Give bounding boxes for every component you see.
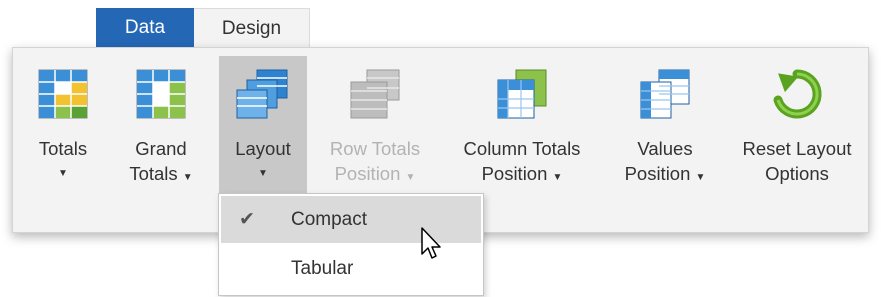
reset-layout-options-button[interactable]: Reset Layout Options bbox=[727, 56, 867, 198]
checkmark-icon: ✔ bbox=[239, 209, 255, 230]
tab-data[interactable]: Data bbox=[96, 8, 194, 48]
column-totals-position-icon bbox=[497, 69, 547, 119]
column-totals-position-button[interactable]: Column Totals Position ▼ bbox=[449, 56, 595, 198]
layout-dropdown-menu: ✔ Compact Tabular bbox=[218, 193, 484, 296]
layout-label: Layout bbox=[235, 138, 291, 159]
chevron-down-icon: ▼ bbox=[258, 168, 268, 179]
values-position-button[interactable]: Values Position ▼ bbox=[613, 56, 717, 198]
chevron-down-icon: ▼ bbox=[695, 172, 706, 183]
grand-totals-icon bbox=[136, 69, 186, 119]
chevron-down-icon: ▼ bbox=[405, 172, 416, 183]
layout-button[interactable]: Layout ▼ bbox=[219, 56, 307, 198]
grand-totals-button[interactable]: Grand Totals ▼ bbox=[119, 56, 203, 198]
reset-layout-label-line1: Reset Layout bbox=[742, 138, 852, 159]
chevron-down-icon: ▼ bbox=[182, 172, 193, 183]
row-totals-position-icon bbox=[350, 69, 400, 119]
values-position-icon bbox=[640, 69, 690, 119]
row-totals-label-line1: Row Totals bbox=[329, 138, 421, 159]
totals-label: Totals bbox=[38, 138, 88, 159]
reset-layout-icon bbox=[773, 69, 822, 119]
grand-totals-label-line1: Grand bbox=[135, 138, 187, 159]
grand-totals-label-line2: Totals bbox=[129, 163, 178, 184]
totals-icon bbox=[38, 69, 88, 119]
values-position-label-line2: Position bbox=[624, 163, 691, 184]
row-totals-label-line2: Position bbox=[334, 163, 401, 184]
values-position-label-line1: Values bbox=[637, 138, 693, 159]
chevron-down-icon: ▼ bbox=[552, 172, 563, 183]
totals-button[interactable]: Totals ▼ bbox=[25, 56, 101, 198]
chevron-down-icon: ▼ bbox=[58, 168, 68, 179]
menu-item-compact[interactable]: ✔ Compact bbox=[221, 196, 481, 243]
menu-item-label: Compact bbox=[291, 209, 368, 230]
menu-item-label: Tabular bbox=[291, 258, 354, 279]
column-totals-label-line1: Column Totals bbox=[463, 138, 581, 159]
reset-layout-label-line2: Options bbox=[765, 163, 829, 184]
row-totals-position-button[interactable]: Row Totals Position ▼ bbox=[313, 56, 437, 198]
mouse-pointer-icon bbox=[421, 227, 441, 259]
column-totals-label-line2: Position bbox=[481, 163, 548, 184]
tab-design[interactable]: Design bbox=[194, 8, 310, 48]
menu-item-tabular[interactable]: Tabular bbox=[221, 245, 481, 292]
layout-icon bbox=[236, 69, 288, 119]
